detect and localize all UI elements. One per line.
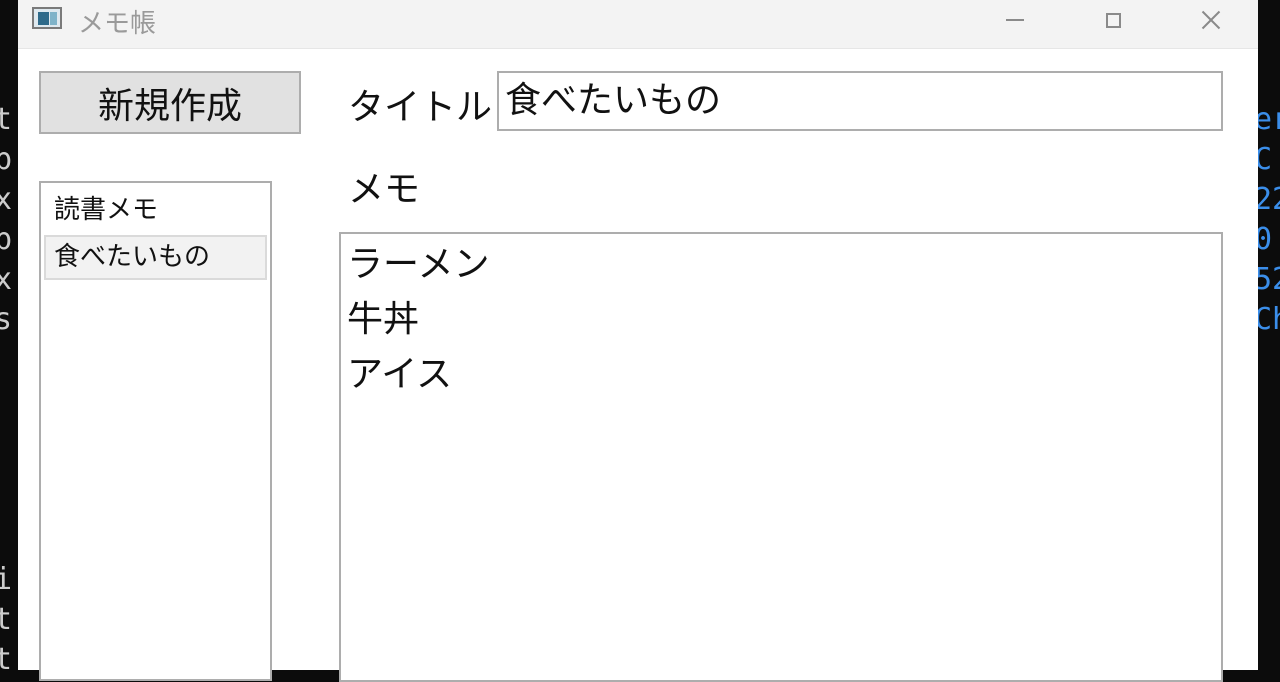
memo-line: ラーメン <box>347 244 490 285</box>
close-icon <box>1201 10 1221 30</box>
title-input[interactable]: 食べたいもの <box>497 71 1223 131</box>
memo-list[interactable]: 読書メモ 食べたいもの <box>39 181 272 681</box>
memo-label: メモ <box>348 169 421 210</box>
window-title: メモ帳 <box>78 9 157 39</box>
memo-list-item-selected[interactable]: 食べたいもの <box>44 235 267 280</box>
terminal-char: b <box>0 142 13 177</box>
terminal-char: t <box>0 602 13 637</box>
terminal-char: i <box>0 562 13 597</box>
maximize-button[interactable] <box>1078 0 1148 40</box>
new-memo-button[interactable]: 新規作成 <box>39 71 301 134</box>
minimize-icon <box>1006 19 1024 21</box>
memo-line: 牛丼 <box>347 299 420 340</box>
notepad-window: メモ帳 新規作成 読書メモ 食べたいもの タイトル 食べたいもの メモ ラーメン… <box>18 0 1258 682</box>
title-label: タイトル <box>348 87 493 128</box>
close-button[interactable] <box>1176 0 1246 40</box>
app-icon <box>32 7 62 29</box>
terminal-char: b <box>0 222 13 257</box>
maximize-icon <box>1105 12 1121 28</box>
title-bar[interactable]: メモ帳 <box>18 0 1258 49</box>
terminal-char: x <box>0 182 13 217</box>
memo-line: アイス <box>347 354 453 395</box>
terminal-char: t <box>0 102 13 137</box>
memo-textarea[interactable]: ラーメン 牛丼 アイス <box>339 232 1223 682</box>
terminal-char: x <box>0 262 13 297</box>
terminal-char: s <box>0 302 13 337</box>
minimize-button[interactable] <box>980 0 1050 40</box>
memo-list-item[interactable]: 読書メモ <box>44 189 267 234</box>
terminal-char: t <box>0 642 13 677</box>
